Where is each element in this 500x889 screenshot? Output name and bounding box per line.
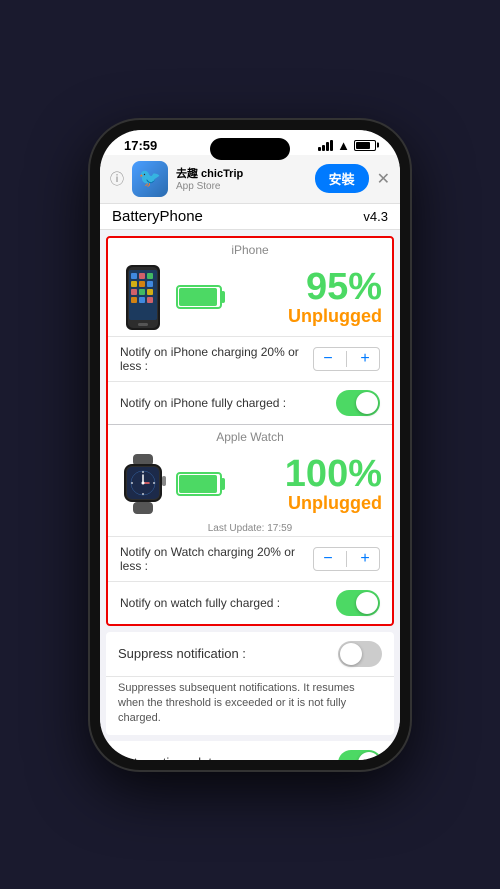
iphone-status: Unplugged [234,306,382,327]
iphone-percent-block: 95% Unplugged [234,268,382,327]
app-name: BatteryPhone [112,208,203,225]
phone-screen: 17:59 ▲ ⓘ 🐦 去趣 chicTrip [100,130,400,760]
watch-stepper-divider [346,551,347,567]
app-version: v4.3 [363,209,388,224]
battery-sections: iPhone [106,236,394,626]
wifi-icon: ▲ [337,138,350,153]
status-time: 17:59 [124,138,157,153]
iphone-stepper-minus[interactable]: − [318,350,338,368]
iphone-notify-full-row: Notify on iPhone fully charged : [108,381,392,424]
battery-icon [354,140,376,151]
watch-stepper[interactable]: − + [313,547,380,571]
stepper-divider [346,351,347,367]
ad-close-icon[interactable]: ⓘ [110,169,124,189]
watch-stepper-plus[interactable]: + [355,550,375,568]
watch-notify-charge-label: Notify on Watch charging 20% or less : [120,545,313,573]
watch-notify-full-toggle[interactable] [336,590,380,616]
iphone-battery-row: 95% Unplugged [108,259,392,336]
phone-frame: 17:59 ▲ ⓘ 🐦 去趣 chicTrip [90,120,410,770]
iphone-stepper-plus[interactable]: + [355,350,375,368]
watch-notify-full-row: Notify on watch fully charged : [108,581,392,624]
suppress-label: Suppress notification : [118,646,246,661]
main-content: iPhone [100,230,400,760]
watch-device-image [118,452,168,517]
watch-battery-icon [176,469,226,499]
dynamic-island [210,138,290,160]
watch-battery-row: 100% Unplugged [108,446,392,523]
ad-banner: ⓘ 🐦 去趣 chicTrip App Store 安裝 ✕ [100,155,400,204]
iphone-notify-full-toggle[interactable] [336,390,380,416]
watch-percent: 100% [234,455,382,493]
suppress-desc: Suppresses subsequent notifications. It … [106,677,394,735]
ad-close-button[interactable]: ✕ [377,169,390,189]
iphone-notify-charge-label: Notify on iPhone charging 20% or less : [120,345,313,373]
ad-text-block: 去趣 chicTrip App Store [176,165,307,192]
iphone-section-label: iPhone [108,238,392,259]
ad-title: 去趣 chicTrip [176,165,307,181]
auto-update-toggle[interactable] [338,750,382,760]
watch-status: Unplugged [234,493,382,514]
ad-install-button[interactable]: 安裝 [315,164,369,193]
iphone-stepper[interactable]: − + [313,347,380,371]
watch-section-label: Apple Watch [108,425,392,446]
watch-notify-full-label: Notify on watch fully charged : [120,596,280,610]
watch-stepper-minus[interactable]: − [318,550,338,568]
suppress-toggle[interactable] [338,641,382,667]
suppress-section: Suppress notification : Suppresses subse… [106,632,394,735]
auto-update-label: Automatic update : [118,755,226,759]
iphone-notify-full-label: Notify on iPhone fully charged : [120,396,286,410]
ad-app-icon: 🐦 [132,161,168,197]
iphone-notify-charge-row: Notify on iPhone charging 20% or less : … [108,336,392,381]
watch-last-update: Last Update: 17:59 [108,523,392,536]
watch-notify-charge-row: Notify on Watch charging 20% or less : −… [108,536,392,581]
auto-update-row: Automatic update : [106,741,394,760]
iphone-device-image [118,265,168,330]
watch-percent-block: 100% Unplugged [234,455,382,514]
app-header: BatteryPhone v4.3 [100,204,400,230]
iphone-battery-icon [176,282,226,312]
status-icons: ▲ [318,138,376,153]
auto-update-section: Automatic update : Refresh about every 1… [106,741,394,760]
iphone-percent: 95% [234,268,382,306]
iphone-section: iPhone [108,238,392,424]
ad-subtitle: App Store [176,181,307,192]
signal-icon [318,140,333,151]
apple-watch-section: Apple Watch [108,425,392,624]
suppress-row: Suppress notification : [106,632,394,677]
